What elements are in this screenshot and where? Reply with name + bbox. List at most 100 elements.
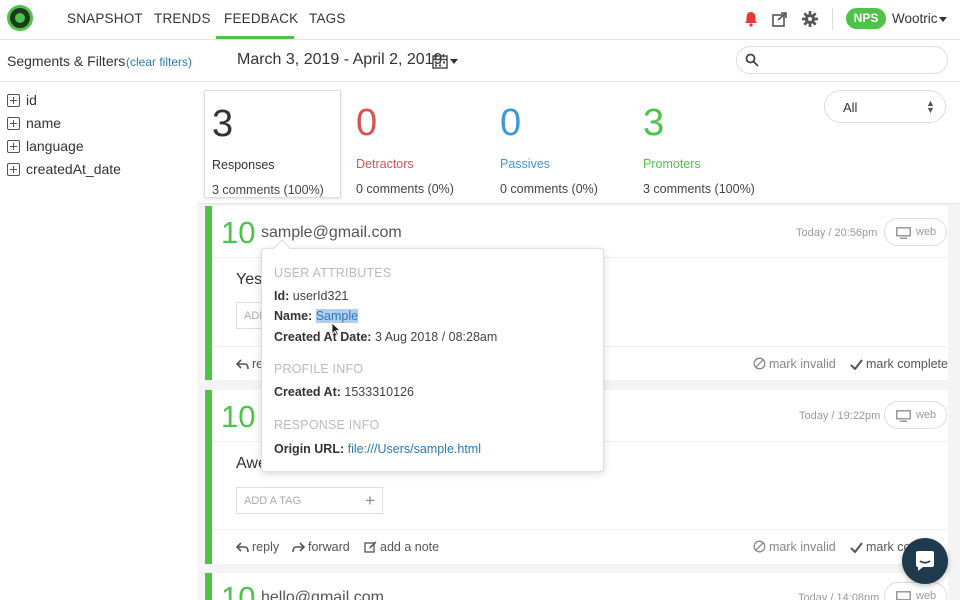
nps-summary: 3 Responses 3 comments (100%) 0 Detracto…	[198, 82, 960, 204]
channel-badge[interactable]: web	[884, 218, 947, 246]
stat-value: 3	[212, 103, 234, 145]
response-card: 10 hello@gmail.com Today / 14:08pm web	[205, 573, 948, 600]
wootric-logo[interactable]	[7, 5, 33, 31]
nav-tags[interactable]: TAGS	[309, 11, 346, 26]
selected-text[interactable]: Sample	[315, 309, 359, 323]
channel-label: web	[916, 226, 937, 238]
bell-icon[interactable]	[742, 10, 760, 28]
check-icon	[850, 359, 863, 371]
chevron-down-icon[interactable]	[939, 17, 947, 22]
nav-feedback[interactable]: FEEDBACK	[224, 11, 298, 26]
search-input[interactable]	[736, 46, 948, 74]
channel-label: web	[916, 409, 937, 421]
segments-title: Segments & Filters	[7, 53, 126, 69]
mark-invalid-button[interactable]: mark invalid	[753, 357, 836, 371]
attr-origin-url: Origin URL: file:///Users/sample.html	[274, 442, 481, 456]
stat-value: 0	[500, 102, 522, 144]
monitor-icon	[896, 410, 911, 422]
nav-trends[interactable]: TRENDS	[154, 11, 211, 26]
clear-filters-link[interactable]: (clear filters)	[126, 55, 192, 69]
plus-square-icon	[7, 94, 20, 107]
stat-comments: 0 comments (0%)	[500, 182, 598, 196]
attr-id: Id: userId321	[274, 289, 349, 303]
plus-square-icon	[7, 117, 20, 130]
add-tag-input[interactable]: ADD A TAG +	[236, 487, 383, 514]
stat-comments: 3 comments (100%)	[212, 183, 324, 197]
response-time: Today / 14:08pm	[798, 592, 880, 600]
stat-comments: 0 comments (0%)	[356, 182, 454, 196]
ban-icon	[753, 357, 766, 370]
stat-responses[interactable]: 3 Responses 3 comments (100%)	[204, 90, 341, 198]
nav-active-indicator	[216, 36, 294, 39]
forward-button[interactable]: forward	[292, 540, 350, 554]
channel-label: web	[916, 590, 937, 600]
nav-snapshot[interactable]: SNAPSHOT	[67, 11, 143, 26]
stat-label: Detractors	[356, 157, 414, 171]
plus-square-icon	[7, 163, 20, 176]
sort-arrows-icon: ▲ ▼	[926, 98, 935, 115]
plus-square-icon	[7, 140, 20, 153]
chevron-down-icon[interactable]	[450, 59, 458, 64]
stat-value: 3	[643, 102, 665, 144]
forward-icon	[292, 542, 306, 553]
ban-icon	[753, 540, 766, 553]
nps-badge[interactable]: NPS	[846, 8, 886, 29]
stat-value: 0	[356, 102, 378, 144]
stat-promoters[interactable]: 3 Promoters 3 comments (100%)	[636, 90, 773, 198]
stat-detractors[interactable]: 0 Detractors 0 comments (0%)	[349, 90, 486, 198]
mark-complete-button[interactable]: mark complete	[850, 357, 948, 371]
divider	[212, 529, 948, 530]
segment-select[interactable]: All ▲ ▼	[824, 90, 946, 123]
stat-label: Promoters	[643, 157, 701, 171]
response-score: 10	[221, 399, 256, 434]
response-info-heading: RESPONSE INFO	[274, 418, 380, 432]
stat-label: Passives	[500, 157, 551, 171]
reply-icon	[235, 359, 249, 370]
channel-badge[interactable]: web	[884, 401, 947, 429]
filter-label: id	[26, 92, 37, 108]
mouse-cursor-icon	[331, 322, 341, 336]
stat-comments: 3 comments (100%)	[643, 182, 755, 196]
filter-label: language	[26, 138, 84, 154]
response-time: Today / 20:56pm	[796, 227, 878, 239]
chat-launcher-button[interactable]	[902, 538, 948, 584]
mark-invalid-button[interactable]: mark invalid	[753, 540, 836, 554]
user-attributes-heading: USER ATTRIBUTES	[274, 266, 392, 280]
filter-label: createdAt_date	[26, 161, 121, 177]
reply-icon	[235, 542, 249, 553]
sidebar: id name language createdAt_date	[0, 82, 198, 600]
response-email[interactable]: hello@gmail.com	[261, 589, 384, 600]
attr-created-at: Created At: 1533310126	[274, 385, 414, 399]
nav-divider	[832, 8, 833, 30]
stat-label: Responses	[212, 158, 275, 172]
user-attributes-popover: USER ATTRIBUTES Id: userId321 Name: Samp…	[261, 239, 604, 472]
attr-name: Name: Sample	[274, 309, 359, 323]
calendar-icon[interactable]	[432, 53, 448, 69]
filter-bar: Segments & Filters (clear filters) March…	[0, 40, 960, 82]
check-icon	[850, 542, 863, 554]
chat-icon	[916, 551, 934, 571]
response-score: 10	[221, 580, 256, 600]
monitor-icon	[896, 227, 911, 239]
edit-icon	[364, 541, 377, 553]
select-value: All	[843, 100, 858, 115]
response-time: Today / 19:22pm	[799, 410, 881, 422]
mark-complete-button[interactable]: mark co	[850, 540, 910, 554]
profile-info-heading: PROFILE INFO	[274, 362, 364, 376]
reply-button[interactable]: reply	[235, 540, 279, 554]
tag-placeholder: ADD A TAG	[244, 495, 302, 507]
stat-passives[interactable]: 0 Passives 0 comments (0%)	[493, 90, 630, 198]
account-menu[interactable]: Wootric	[892, 11, 938, 26]
gear-icon[interactable]	[801, 10, 819, 28]
add-note-button[interactable]: add a note	[364, 540, 439, 554]
plus-icon[interactable]: +	[365, 491, 375, 511]
channel-badge[interactable]: web	[884, 582, 947, 600]
monitor-icon	[896, 591, 911, 600]
top-nav: SNAPSHOT TRENDS FEEDBACK TAGS NPS Wootri…	[0, 0, 960, 40]
attr-created-at-date: Created At Date: 3 Aug 2018 / 08:28am	[274, 330, 498, 344]
origin-url-link[interactable]: file:///Users/sample.html	[348, 442, 481, 456]
share-icon[interactable]	[771, 10, 789, 28]
filter-label: name	[26, 115, 62, 131]
search-icon	[745, 53, 759, 67]
date-range[interactable]: March 3, 2019 - April 2, 2019	[237, 51, 442, 69]
